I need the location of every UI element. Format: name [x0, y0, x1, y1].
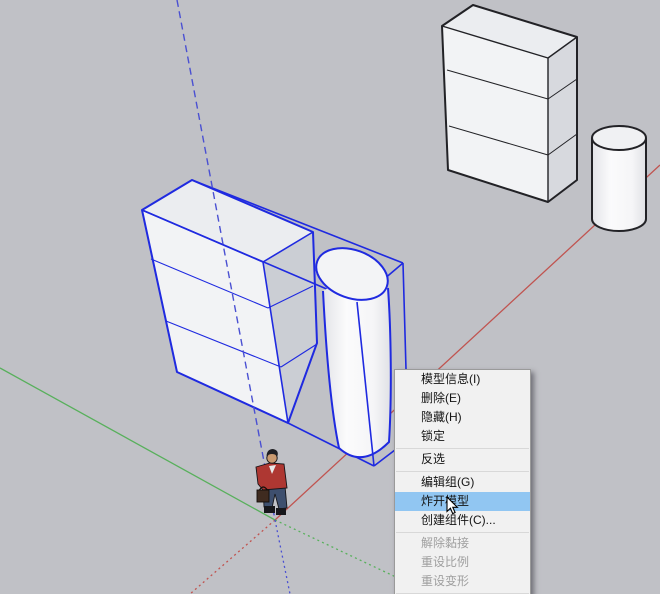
menu-separator — [396, 592, 529, 594]
menu-separator — [396, 447, 529, 449]
model-scene — [0, 0, 660, 594]
menu-separator — [396, 470, 529, 472]
unselected-cylinder[interactable] — [591, 125, 647, 232]
menu-item-重设变形: 重设变形 — [421, 574, 470, 588]
menu-item-重设比例: 重设比例 — [421, 555, 470, 569]
menu-item-反选[interactable]: 反选 — [395, 450, 530, 469]
menu-item-删除-E-[interactable]: 删除(E) — [395, 389, 530, 408]
menu-item-创建组件-C-[interactable]: 创建组件(C)... — [395, 511, 530, 530]
menu-separator — [396, 531, 529, 533]
menu-item-炸开模型[interactable]: 炸开模型 — [395, 492, 530, 511]
context-menu: 模型信息(I) 删除(E) 隐藏(H) 锁定反选编辑组(G) 炸开模型 创建组件(C)..… — [394, 369, 531, 594]
menu-item-模型信息-I-[interactable]: 模型信息(I) — [395, 370, 530, 389]
figure-bag — [256, 489, 270, 503]
unselected-box-stack[interactable] — [441, 4, 578, 203]
menu-item-编辑组-G-[interactable]: 编辑组(G) — [395, 473, 530, 492]
menu-item-隐藏-H-[interactable]: 隐藏(H) — [395, 408, 530, 427]
menu-item-解除黏接: 解除黏接 — [421, 536, 470, 550]
menu-item-锁定[interactable]: 锁定 — [395, 427, 530, 446]
sketchup-viewport[interactable]: 模型信息(I) 删除(E) 隐藏(H) 锁定反选编辑组(G) 炸开模型 创建组件(C)..… — [0, 0, 660, 594]
